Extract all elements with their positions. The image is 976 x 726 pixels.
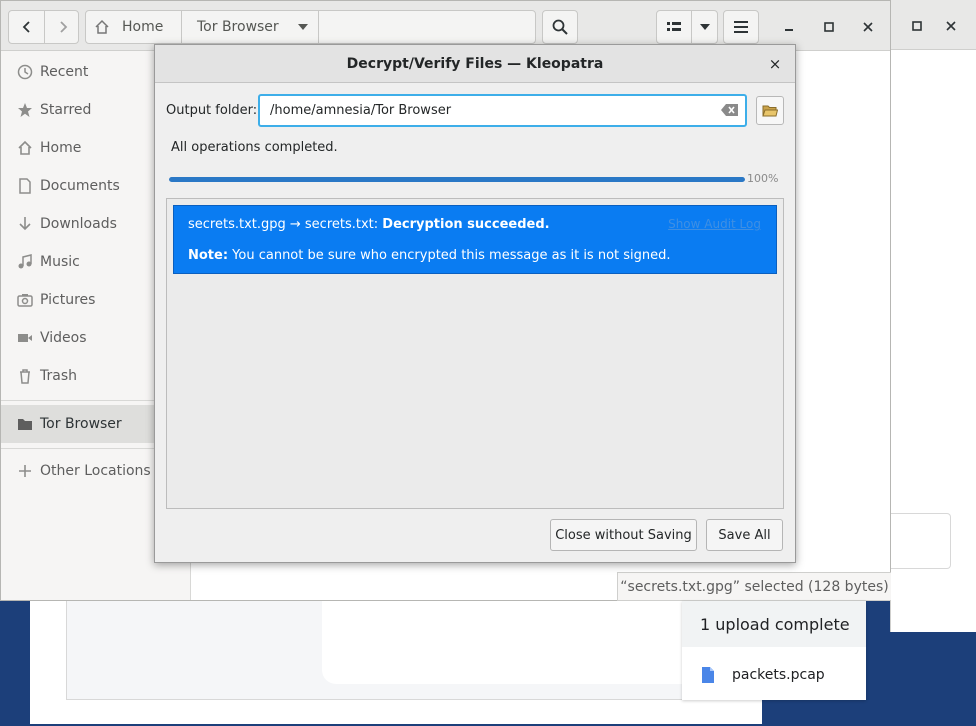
folder-open-icon [762, 105, 778, 116]
background-panel [891, 513, 951, 569]
sidebar-item-label: Trash [40, 368, 77, 384]
maximize-button[interactable] [815, 10, 843, 44]
close-icon [946, 21, 956, 31]
decrypt-verify-dialog: Decrypt/Verify Files — Kleopatra × Outpu… [154, 44, 796, 563]
sidebar-item-label: Starred [40, 102, 92, 118]
dialog-title: Decrypt/Verify Files — Kleopatra [155, 45, 795, 83]
sidebar-item-label: Tor Browser [40, 416, 122, 432]
browser-content-card [322, 600, 712, 684]
operations-status: All operations completed. [171, 140, 338, 155]
back-button[interactable] [9, 11, 44, 43]
breadcrumb-home[interactable]: Home [94, 11, 163, 43]
chevron-down-icon [699, 24, 710, 30]
results-panel: secrets.txt.gpg → secrets.txt: Decryptio… [166, 198, 784, 509]
download-icon [17, 216, 33, 232]
sidebar-item-label: Downloads [40, 216, 117, 232]
desktop-background [0, 600, 30, 726]
chevron-down-icon [297, 24, 308, 30]
maximize-icon [912, 21, 922, 31]
list-view-icon [667, 22, 681, 31]
show-audit-log-link[interactable]: Show Audit Log [668, 217, 761, 231]
upload-title: 1 upload complete [682, 601, 866, 647]
background-window [890, 0, 976, 632]
close-without-saving-button[interactable]: Close without Saving [550, 519, 697, 551]
breadcrumb-home-label: Home [122, 19, 164, 35]
home-icon [95, 19, 109, 34]
document-icon [17, 178, 33, 194]
folder-icon [17, 416, 33, 432]
video-icon [17, 330, 33, 346]
output-folder-value: /home/amnesia/Tor Browser [270, 103, 452, 118]
star-icon [17, 102, 33, 118]
sidebar-item-label: Home [40, 140, 82, 156]
progress-fill [169, 177, 745, 182]
note-text: You cannot be sure who encrypted this me… [228, 248, 671, 263]
plus-icon [17, 463, 33, 479]
upload-notification: 1 upload complete packets.pcap [682, 601, 866, 700]
clear-text-icon[interactable] [721, 103, 739, 117]
close-icon [863, 22, 873, 32]
sidebar-item-label: Music [40, 254, 80, 270]
browse-folder-button[interactable] [756, 96, 784, 125]
save-all-button[interactable]: Save All [706, 519, 783, 551]
background-window-header [891, 0, 976, 50]
hamburger-icon [734, 21, 748, 33]
menu-button[interactable] [723, 10, 759, 44]
sidebar-item-label: Videos [40, 330, 87, 346]
output-folder-label: Output folder: [166, 103, 258, 118]
close-button[interactable] [939, 14, 963, 38]
forward-button[interactable] [45, 11, 80, 43]
note-label: Note: [188, 248, 229, 263]
upload-file-row[interactable]: packets.pcap [682, 657, 866, 693]
breadcrumb-current[interactable]: Tor Browser [197, 11, 309, 43]
trash-icon [17, 368, 33, 384]
progress-label: 100% [747, 172, 779, 185]
result-note: Note: You cannot be sure who encrypted t… [188, 248, 671, 263]
search-icon [552, 19, 568, 35]
chevron-left-icon [22, 21, 30, 33]
result-summary: secrets.txt.gpg → secrets.txt: Decryptio… [188, 217, 550, 232]
dialog-close-button[interactable]: × [765, 54, 785, 74]
music-icon [17, 254, 33, 270]
close-button[interactable] [854, 10, 882, 44]
progress-bar [169, 177, 745, 182]
camera-icon [17, 292, 33, 308]
sidebar-item-label: Other Locations [40, 463, 151, 479]
path-bar: Home Tor Browser [85, 10, 536, 44]
search-button[interactable] [542, 10, 578, 44]
minimize-button[interactable] [775, 10, 803, 44]
sidebar-item-label: Pictures [40, 292, 96, 308]
file-icon [702, 667, 714, 683]
result-item: secrets.txt.gpg → secrets.txt: Decryptio… [173, 205, 777, 274]
upload-file-name: packets.pcap [732, 667, 825, 683]
view-options-button[interactable] [691, 10, 718, 44]
result-status-text: Decryption succeeded. [382, 217, 550, 232]
chevron-right-icon [59, 21, 67, 33]
selection-status: “secrets.txt.gpg” selected (128 bytes) [617, 572, 891, 601]
maximize-button[interactable] [905, 14, 929, 38]
clock-icon [17, 64, 33, 80]
maximize-icon [824, 22, 834, 32]
minimize-icon [785, 29, 793, 31]
view-list-button[interactable] [656, 10, 692, 44]
sidebar-item-label: Recent [40, 64, 89, 80]
home-icon [17, 140, 33, 156]
result-file-text: secrets.txt.gpg → secrets.txt: [188, 217, 383, 232]
output-folder-field[interactable]: /home/amnesia/Tor Browser [258, 94, 747, 127]
navigation-buttons [8, 10, 79, 44]
breadcrumb-current-label: Tor Browser [197, 19, 279, 35]
sidebar-item-label: Documents [40, 178, 120, 194]
